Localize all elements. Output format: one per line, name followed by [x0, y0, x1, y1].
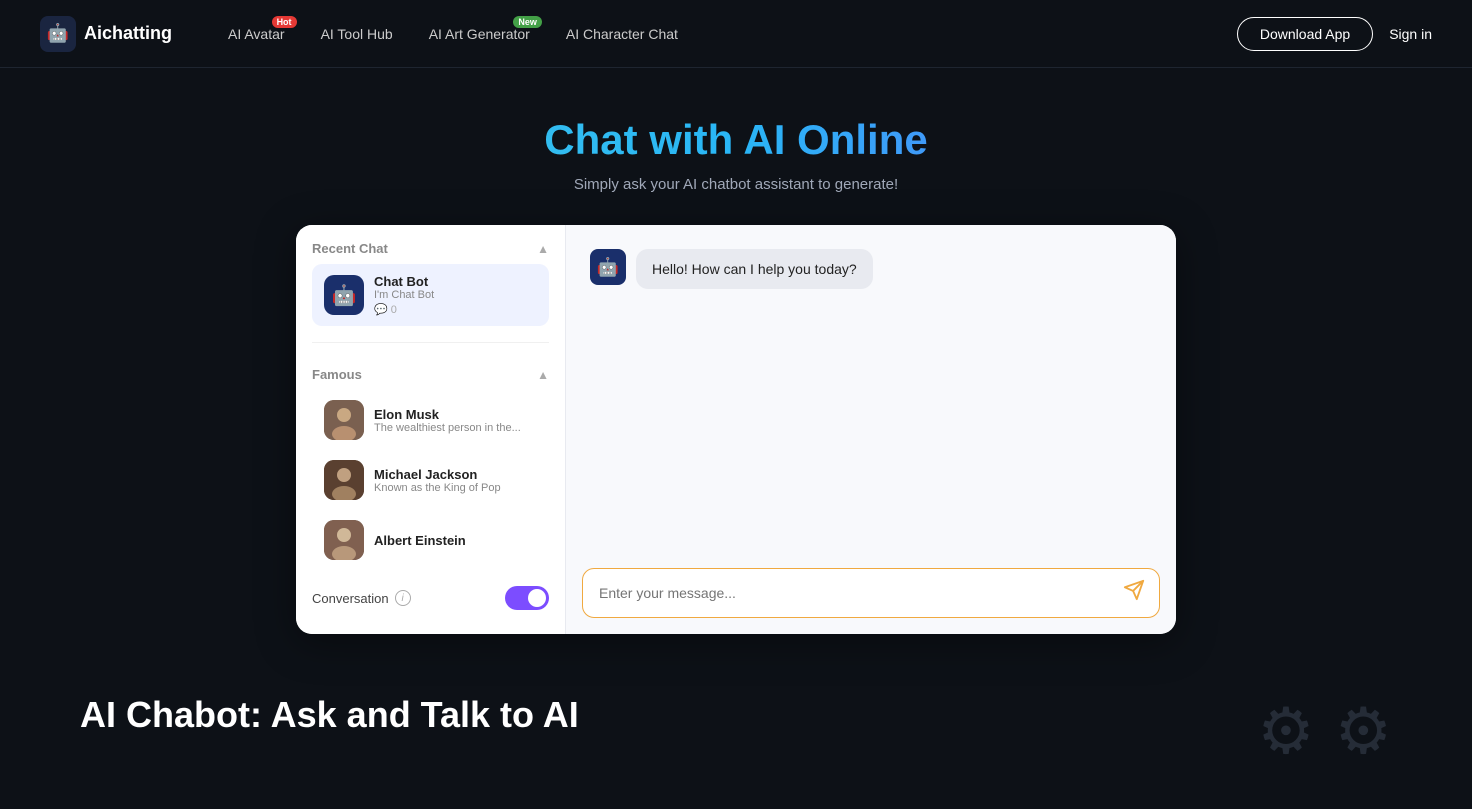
- chat-item-elon-musk[interactable]: Elon Musk The wealthiest person in the..…: [312, 390, 549, 450]
- michael-jackson-info: Michael Jackson Known as the King of Pop: [374, 467, 537, 494]
- logo-text: Aichatting: [84, 23, 172, 44]
- chatbot-desc: I'm Chat Bot: [374, 289, 537, 301]
- message-input[interactable]: [599, 577, 1117, 609]
- gear-icons: ⚙ ⚙: [1257, 694, 1392, 769]
- bot-message-avatar: 🤖: [590, 249, 626, 285]
- albert-einstein-info: Albert Einstein: [374, 533, 537, 548]
- input-wrapper: [582, 568, 1160, 618]
- elon-musk-info: Elon Musk The wealthiest person in the..…: [374, 407, 537, 434]
- send-button[interactable]: [1117, 573, 1151, 613]
- chat-item-chatbot[interactable]: 🤖 Chat Bot I'm Chat Bot 💬 0: [312, 264, 549, 326]
- chatbot-count: 💬 0: [374, 303, 537, 316]
- nav-item-ai-character-chat[interactable]: AI Character Chat: [550, 18, 694, 50]
- hero-title: Chat with AI Online: [20, 116, 1452, 164]
- comment-icon: 💬: [374, 303, 388, 316]
- recent-chat-header: Recent Chat ▲: [312, 241, 549, 256]
- famous-chevron-icon[interactable]: ▲: [537, 368, 549, 382]
- logo[interactable]: 🤖 Aichatting: [40, 16, 172, 52]
- chatbot-info: Chat Bot I'm Chat Bot 💬 0: [374, 274, 537, 316]
- conversation-row: Conversation i: [296, 578, 565, 618]
- nav-item-ai-art-generator[interactable]: AI Art Generator New: [413, 18, 546, 50]
- famous-label: Famous: [312, 367, 362, 382]
- conversation-toggle[interactable]: [505, 586, 549, 610]
- navbar: 🤖 Aichatting AI Avatar Hot AI Tool Hub A…: [0, 0, 1472, 68]
- bottom-section: AI Chabot: Ask and Talk to AI ⚙ ⚙: [0, 634, 1472, 809]
- hot-badge: Hot: [272, 16, 297, 28]
- chatbot-name: Chat Bot: [374, 274, 537, 289]
- chat-item-albert-einstein[interactable]: Albert Einstein: [312, 510, 549, 570]
- main-panel: Recent Chat ▲ 🤖 Chat Bot I'm Chat Bot 💬 …: [0, 225, 1472, 634]
- sidebar: Recent Chat ▲ 🤖 Chat Bot I'm Chat Bot 💬 …: [296, 225, 566, 634]
- michael-jackson-avatar: [324, 460, 364, 500]
- logo-icon: 🤖: [40, 16, 76, 52]
- bottom-title: AI Chabot: Ask and Talk to AI: [80, 694, 579, 736]
- nav-item-ai-avatar[interactable]: AI Avatar Hot: [212, 18, 301, 50]
- send-icon: [1123, 579, 1145, 607]
- famous-header: Famous ▲: [312, 367, 549, 382]
- michael-jackson-name: Michael Jackson: [374, 467, 537, 482]
- recent-chat-label: Recent Chat: [312, 241, 388, 256]
- hero-subtitle: Simply ask your AI chatbot assistant to …: [20, 176, 1452, 193]
- nav-links: AI Avatar Hot AI Tool Hub AI Art Generat…: [212, 18, 1237, 50]
- signin-button[interactable]: Sign in: [1389, 26, 1432, 42]
- conversation-label: Conversation i: [312, 590, 411, 606]
- elon-musk-avatar: [324, 400, 364, 440]
- divider-1: [312, 342, 549, 343]
- new-badge: New: [513, 16, 542, 28]
- gear-icon-2: ⚙: [1335, 694, 1392, 769]
- elon-musk-name: Elon Musk: [374, 407, 537, 422]
- chatbot-avatar: 🤖: [324, 275, 364, 315]
- elon-musk-desc: The wealthiest person in the...: [374, 422, 537, 434]
- albert-einstein-name: Albert Einstein: [374, 533, 537, 548]
- chat-area: 🤖 Hello! How can I help you today?: [566, 225, 1176, 634]
- michael-jackson-desc: Known as the King of Pop: [374, 482, 537, 494]
- conversation-info-icon[interactable]: i: [395, 590, 411, 606]
- chat-messages: 🤖 Hello! How can I help you today?: [566, 225, 1176, 556]
- download-app-button[interactable]: Download App: [1237, 17, 1373, 51]
- recent-chat-section: Recent Chat ▲ 🤖 Chat Bot I'm Chat Bot 💬 …: [296, 225, 565, 334]
- chat-item-michael-jackson[interactable]: Michael Jackson Known as the King of Pop: [312, 450, 549, 510]
- gear-icon-1: ⚙: [1257, 694, 1314, 769]
- nav-right: Download App Sign in: [1237, 17, 1432, 51]
- chat-container: Recent Chat ▲ 🤖 Chat Bot I'm Chat Bot 💬 …: [296, 225, 1176, 634]
- welcome-message-bubble: Hello! How can I help you today?: [636, 249, 873, 289]
- famous-section: Famous ▲ Elon Musk The wealthiest: [296, 351, 565, 578]
- albert-einstein-avatar: [324, 520, 364, 560]
- hero-section: Chat with AI Online Simply ask your AI c…: [0, 68, 1472, 225]
- nav-item-ai-tool-hub[interactable]: AI Tool Hub: [305, 18, 409, 50]
- recent-chat-chevron-icon[interactable]: ▲: [537, 242, 549, 256]
- message-row-welcome: 🤖 Hello! How can I help you today?: [590, 249, 1152, 289]
- chat-input-area: [566, 556, 1176, 634]
